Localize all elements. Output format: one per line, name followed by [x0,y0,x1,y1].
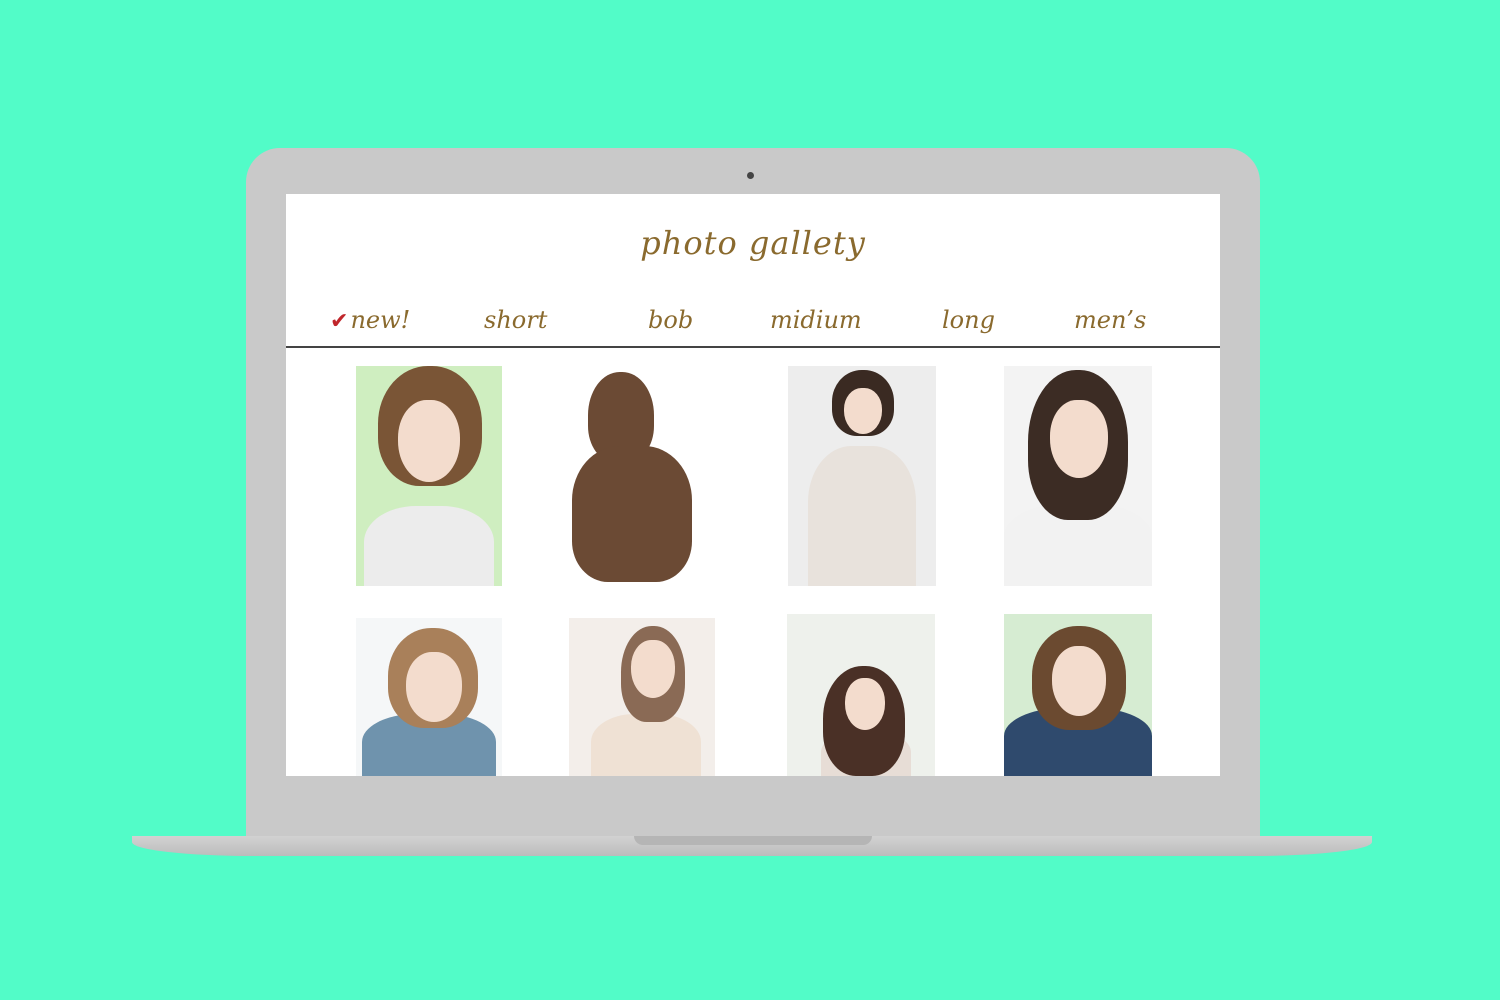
gallery-photo[interactable] [356,366,502,586]
gallery-photo[interactable] [356,618,502,776]
nav-item-label: bob [648,306,694,334]
nav-item-label: midium [770,306,862,334]
camera-icon [747,172,754,179]
category-nav: ✔new! short bob midium long men’s [286,306,1220,342]
gallery-photo[interactable] [1004,614,1152,776]
gallery-photo[interactable] [569,618,715,776]
nav-item-label: men’s [1074,306,1147,334]
nav-item-short[interactable]: short [484,306,547,334]
nav-item-label: short [484,306,548,334]
nav-item-mens[interactable]: men’s [1074,306,1146,334]
nav-item-label: long [942,306,995,334]
page-title: photo gallety [640,224,866,262]
gallery-photo[interactable] [788,366,936,586]
laptop-notch [634,836,872,845]
gallery-photo[interactable] [787,614,935,776]
gallery-photo[interactable] [568,366,714,586]
nav-divider [286,346,1220,348]
nav-item-new[interactable]: ✔new! [330,306,410,334]
nav-item-bob[interactable]: bob [648,306,693,334]
nav-item-long[interactable]: long [942,306,995,334]
nav-item-label: new! [350,306,411,334]
check-icon: ✔ [330,309,349,334]
laptop-screen: photo gallety ✔new! short bob midium lon… [286,194,1220,776]
nav-item-midium[interactable]: midium [770,306,862,334]
gallery-photo[interactable] [1004,366,1152,586]
